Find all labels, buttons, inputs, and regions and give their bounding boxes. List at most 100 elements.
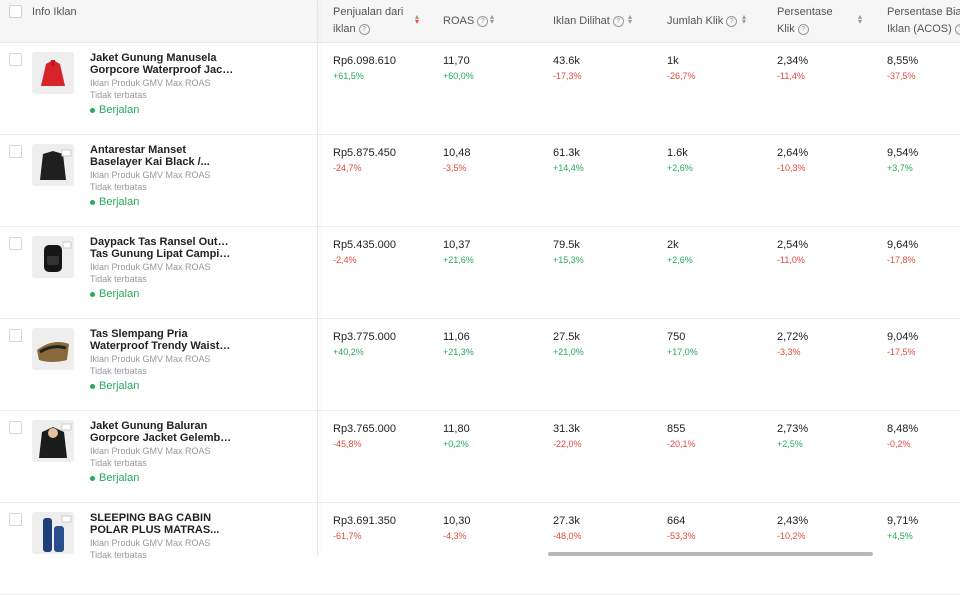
clicks-change: +2,6%: [667, 163, 693, 173]
sling-bag-image[interactable]: [32, 328, 74, 370]
views-value: 61.3k: [553, 147, 580, 159]
frozen-column-divider: [317, 0, 318, 556]
row-checkbox[interactable]: [9, 329, 22, 342]
ad-type: Iklan Produk GMV Max ROAS: [90, 538, 211, 548]
product-name-line: POLAR PLUS MATRAS...: [90, 524, 220, 536]
views-value: 27.5k: [553, 331, 580, 343]
row-checkbox[interactable]: [9, 145, 22, 158]
views-change: -48,0%: [553, 531, 582, 541]
product-name[interactable]: Daypack Tas Ransel Outdoor Tas Gunung Lip…: [90, 236, 235, 260]
acos-value: 8,48%: [887, 423, 919, 435]
status-label: Berjalan: [99, 196, 140, 208]
ctr-value: 2,64%: [777, 147, 809, 159]
ctr-change: -11,4%: [777, 71, 805, 81]
sales-change: -2,4%: [333, 255, 357, 265]
ad-type: Iklan Produk GMV Max ROAS: [90, 262, 211, 272]
help-icon[interactable]: ?: [477, 15, 489, 27]
row-checkbox[interactable]: [9, 53, 22, 66]
table-row[interactable]: Antarestar Manset Baselayer Kai Black /..…: [0, 134, 960, 227]
ctr-change: +2,5%: [777, 439, 803, 449]
status-badge: Berjalan: [90, 472, 139, 484]
col-ctr-label-2: Klik: [777, 23, 795, 35]
status-badge: Berjalan: [90, 380, 139, 392]
product-name[interactable]: Jaket Gunung Baluran Gorpcore Jacket Gele…: [90, 420, 235, 444]
col-roas[interactable]: ROAS?: [443, 13, 489, 30]
product-name-line: Tas Gunung Lipat Camping...: [90, 248, 235, 260]
product-name-line: Gorpcore Waterproof Jack...: [90, 64, 235, 76]
roas-change: +60,0%: [443, 71, 474, 81]
table-row[interactable]: Jaket Gunung Manusela Gorpcore Waterproof…: [0, 42, 960, 135]
ad-type: Iklan Produk GMV Max ROAS: [90, 446, 211, 456]
product-name-line: Antarestar Manset: [90, 144, 186, 156]
ad-type: Iklan Produk GMV Max ROAS: [90, 170, 211, 180]
clicks-change: -20,1%: [667, 439, 696, 449]
black-jacket-image[interactable]: [32, 420, 74, 462]
help-icon[interactable]: ?: [358, 23, 370, 35]
table-row[interactable]: Daypack Tas Ransel Outdoor Tas Gunung Lip…: [0, 226, 960, 319]
views-value: 43.6k: [553, 55, 580, 67]
col-sales[interactable]: Penjualan dari iklan?: [333, 4, 403, 38]
black-baselayer-image[interactable]: [32, 144, 74, 186]
views-change: +14,4%: [553, 163, 584, 173]
horizontal-scrollbar[interactable]: [548, 552, 873, 556]
acos-change: +3,7%: [887, 163, 913, 173]
col-sales-label-1: Penjualan dari: [333, 6, 404, 18]
ctr-change: -10,2%: [777, 531, 806, 541]
row-checkbox[interactable]: [9, 237, 22, 250]
product-name-line: Jaket Gunung Manusela: [90, 52, 217, 64]
acos-value: 9,04%: [887, 331, 919, 343]
clicks-change: -26,7%: [667, 71, 696, 81]
budget-text: Tidak terbatas: [90, 550, 147, 560]
ad-type: Iklan Produk GMV Max ROAS: [90, 354, 211, 364]
budget-text: Tidak terbatas: [90, 182, 147, 192]
sales-value: Rp6.098.610: [333, 55, 396, 67]
ctr-change: -11,0%: [777, 255, 805, 265]
help-icon[interactable]: ?: [726, 15, 738, 27]
row-checkbox[interactable]: [9, 421, 22, 434]
roas-value: 11,06: [443, 331, 470, 343]
status-dot-icon: [90, 291, 95, 297]
table-row[interactable]: Jaket Gunung Baluran Gorpcore Jacket Gele…: [0, 410, 960, 503]
ctr-value: 2,73%: [777, 423, 809, 435]
product-name-line: Waterproof Trendy Waistb...: [90, 340, 235, 352]
roas-value: 11,80: [443, 423, 470, 435]
col-roas-label: ROAS: [443, 15, 475, 27]
roas-change: +0,2%: [443, 439, 469, 449]
col-acos[interactable]: Persentase Biaya Iklan (ACOS)?: [887, 4, 960, 38]
table-row[interactable]: SLEEPING BAG CABIN POLAR PLUS MATRAS... Ik…: [0, 502, 960, 595]
product-name-line: Baselayer Kai Black /...: [90, 156, 210, 168]
roas-value: 10,37: [443, 239, 471, 251]
col-ctr[interactable]: Persentase Klik?: [777, 4, 833, 38]
roas-change: +21,3%: [443, 347, 474, 357]
views-value: 31.3k: [553, 423, 580, 435]
clicks-value: 2k: [667, 239, 679, 251]
sleeping-bag-image[interactable]: [32, 512, 74, 554]
backpack-image[interactable]: [32, 236, 74, 278]
help-icon[interactable]: ?: [612, 15, 624, 27]
help-icon[interactable]: ?: [954, 23, 960, 35]
budget-text: Tidak terbatas: [90, 458, 147, 468]
status-dot-icon: [90, 475, 95, 481]
product-name[interactable]: Jaket Gunung Manusela Gorpcore Waterproof…: [90, 52, 235, 76]
col-clicks[interactable]: Jumlah Klik?: [667, 13, 738, 30]
sort-icon[interactable]: ▴ ▾: [628, 13, 632, 26]
sort-icon[interactable]: ▴ ▾: [415, 13, 419, 26]
sort-icon[interactable]: ▴ ▾: [858, 13, 862, 26]
sort-icon[interactable]: ▴ ▾: [742, 13, 746, 26]
budget-text: Tidak terbatas: [90, 90, 147, 100]
sort-icon[interactable]: ▴ ▾: [490, 13, 494, 26]
col-views[interactable]: Iklan Dilihat?: [553, 13, 624, 30]
product-name[interactable]: SLEEPING BAG CABIN POLAR PLUS MATRAS...: [90, 512, 235, 536]
sales-change: -45,8%: [333, 439, 362, 449]
product-name[interactable]: Tas Slempang Pria Waterproof Trendy Waist…: [90, 328, 235, 352]
clicks-value: 750: [667, 331, 686, 343]
help-icon[interactable]: ?: [797, 23, 809, 35]
status-badge: Berjalan: [90, 104, 139, 116]
red-jacket-image[interactable]: [32, 52, 74, 94]
acos-change: -17,8%: [887, 255, 916, 265]
ctr-value: 2,34%: [777, 55, 809, 67]
product-name[interactable]: Antarestar Manset Baselayer Kai Black /..…: [90, 144, 235, 168]
select-all-checkbox[interactable]: [9, 5, 22, 18]
row-checkbox[interactable]: [9, 513, 22, 526]
table-row[interactable]: Tas Slempang Pria Waterproof Trendy Waist…: [0, 318, 960, 411]
